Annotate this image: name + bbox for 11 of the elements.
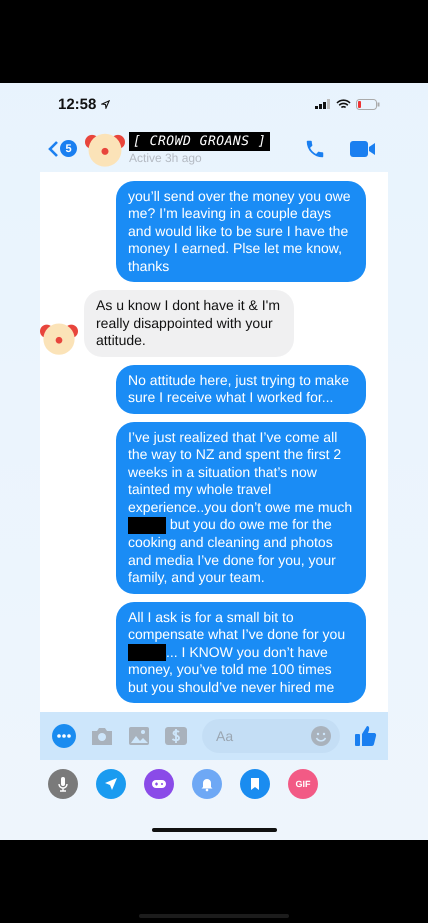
contact-name: [ CROWD GROANS ]	[129, 132, 270, 151]
message-bubble: I’ve just realized that I’ve come all the way to NZ and spent the first 2 weeks in a situation that’s now tainted my whole travel experience..you don’t owe me much but you do owe me for the cooking and cleaning and photos and media I’ve done for you, your family, and your team.	[116, 422, 366, 594]
gif-button[interactable]: GIF	[288, 769, 318, 799]
message-bubble: you’ll send over the money you owe me? I’m leaving in a couple days and would like to be sure I have the money I earned. Plse let me know, thanks	[116, 180, 366, 282]
message-bubble: No attitude here, just trying to make sure I receive what I worked for...	[116, 364, 366, 414]
active-status: Active 3h ago	[129, 151, 203, 165]
message-field[interactable]: Aa	[202, 719, 340, 753]
message-bubble: All I ask is for a small bit to compensate what I’ve done for you ... I KNOW you don’t have money, you’ve told me 100 times but you should’ve never hired me	[116, 602, 366, 704]
unread-badge: 5	[60, 140, 77, 157]
message-bubble: As u know I dont have it & I'm really disappointed with your attitude.	[84, 290, 294, 357]
status-time: 12:58	[58, 96, 96, 112]
